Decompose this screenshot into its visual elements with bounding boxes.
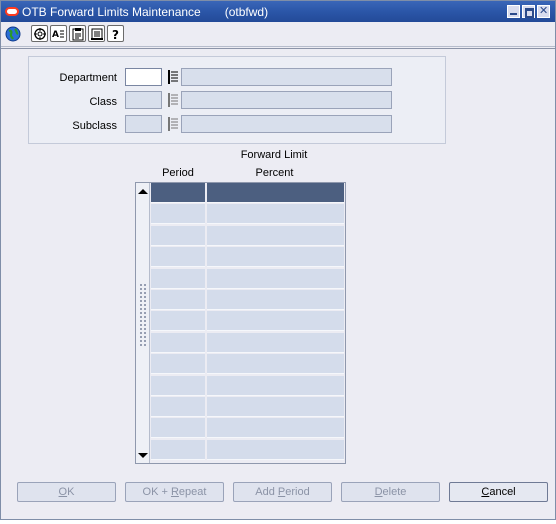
percent-cell[interactable] xyxy=(207,247,344,268)
subclass-label: Subclass xyxy=(72,120,117,132)
oracle-logo-icon xyxy=(5,7,19,16)
period-cell[interactable] xyxy=(151,418,205,439)
forward-limit-header: Forward Limit xyxy=(240,149,308,161)
scroll-up-icon[interactable] xyxy=(138,189,148,194)
otb-forward-limits-window: OTB Forward Limits Maintenance(otbfwd) A… xyxy=(0,0,556,520)
table-row[interactable] xyxy=(151,332,344,354)
subclass-lov-icon[interactable] xyxy=(166,116,180,132)
percent-cell[interactable] xyxy=(207,311,344,332)
globe-icon[interactable] xyxy=(4,25,21,42)
percent-cell[interactable] xyxy=(207,332,344,353)
toolbar-divider xyxy=(1,48,555,49)
table-row[interactable] xyxy=(151,418,344,439)
forward-limit-grid xyxy=(135,182,346,464)
svg-text:?: ? xyxy=(112,28,119,41)
cancel-button[interactable]: Cancel xyxy=(449,482,548,502)
table-row[interactable] xyxy=(151,247,344,268)
table-row[interactable] xyxy=(151,268,344,290)
ok-button[interactable]: OK xyxy=(17,482,116,502)
period-cell[interactable] xyxy=(151,183,205,203)
class-description-field xyxy=(181,91,392,109)
maximize-button[interactable] xyxy=(522,5,535,18)
percent-cell[interactable] xyxy=(207,204,344,225)
notes-icon[interactable] xyxy=(88,25,105,42)
period-cell[interactable] xyxy=(151,354,205,375)
department-label: Department xyxy=(59,72,117,84)
percent-cell[interactable] xyxy=(207,183,344,203)
period-cell[interactable] xyxy=(151,332,205,353)
grid-rows xyxy=(151,183,344,461)
form-code: (otbfwd) xyxy=(224,5,269,19)
scroll-grip[interactable] xyxy=(139,283,146,347)
percent-column-header: Percent xyxy=(255,167,294,179)
add-period-button[interactable]: Add Period xyxy=(233,482,332,502)
text-find-icon[interactable]: A xyxy=(50,25,67,42)
period-cell[interactable] xyxy=(151,289,205,310)
percent-cell[interactable] xyxy=(207,375,344,396)
toolbar: A ? xyxy=(1,22,555,47)
class-code-input[interactable] xyxy=(125,91,162,109)
table-row[interactable] xyxy=(151,289,344,311)
department-lov-icon[interactable] xyxy=(166,69,180,85)
period-cell[interactable] xyxy=(151,225,205,246)
table-row[interactable] xyxy=(151,311,344,332)
svg-text:A: A xyxy=(52,30,59,40)
percent-cell[interactable] xyxy=(207,354,344,375)
period-cell[interactable] xyxy=(151,204,205,225)
period-cell[interactable] xyxy=(151,311,205,332)
scroll-down-icon[interactable] xyxy=(138,453,148,458)
delete-button[interactable]: Delete xyxy=(341,482,440,502)
class-lov-icon[interactable] xyxy=(166,92,180,108)
clipboard-icon[interactable] xyxy=(69,25,86,42)
ok-repeat-button[interactable]: OK + Repeat xyxy=(125,482,224,502)
table-row[interactable] xyxy=(151,225,344,247)
period-column-header: Period xyxy=(162,167,194,179)
subclass-description-field xyxy=(181,115,392,133)
period-cell[interactable] xyxy=(151,396,205,417)
percent-cell[interactable] xyxy=(207,225,344,246)
subclass-code-input[interactable] xyxy=(125,115,162,133)
period-cell[interactable] xyxy=(151,247,205,268)
table-row[interactable] xyxy=(151,439,344,461)
table-row[interactable] xyxy=(151,375,344,397)
minimize-button[interactable] xyxy=(507,5,520,18)
table-row[interactable] xyxy=(151,204,344,225)
period-cell[interactable] xyxy=(151,375,205,396)
close-button[interactable] xyxy=(537,4,550,18)
wheel-icon[interactable] xyxy=(31,25,48,42)
department-code-input[interactable] xyxy=(125,68,162,86)
title-bar: OTB Forward Limits Maintenance (otbfwd) xyxy=(1,1,555,22)
percent-cell[interactable] xyxy=(207,396,344,417)
percent-cell[interactable] xyxy=(207,289,344,310)
grid-scrollbar[interactable] xyxy=(136,183,150,463)
table-row[interactable] xyxy=(151,183,344,204)
percent-cell[interactable] xyxy=(207,418,344,439)
percent-cell[interactable] xyxy=(207,268,344,289)
window-title: OTB Forward Limits Maintenance (otbfwd) xyxy=(22,5,269,19)
table-row[interactable] xyxy=(151,396,344,418)
help-icon[interactable]: ? xyxy=(107,25,124,42)
department-description-field xyxy=(181,68,392,86)
period-cell[interactable] xyxy=(151,439,205,460)
period-cell[interactable] xyxy=(151,268,205,289)
percent-cell[interactable] xyxy=(207,439,344,460)
table-row[interactable] xyxy=(151,354,344,375)
class-label: Class xyxy=(89,96,117,108)
